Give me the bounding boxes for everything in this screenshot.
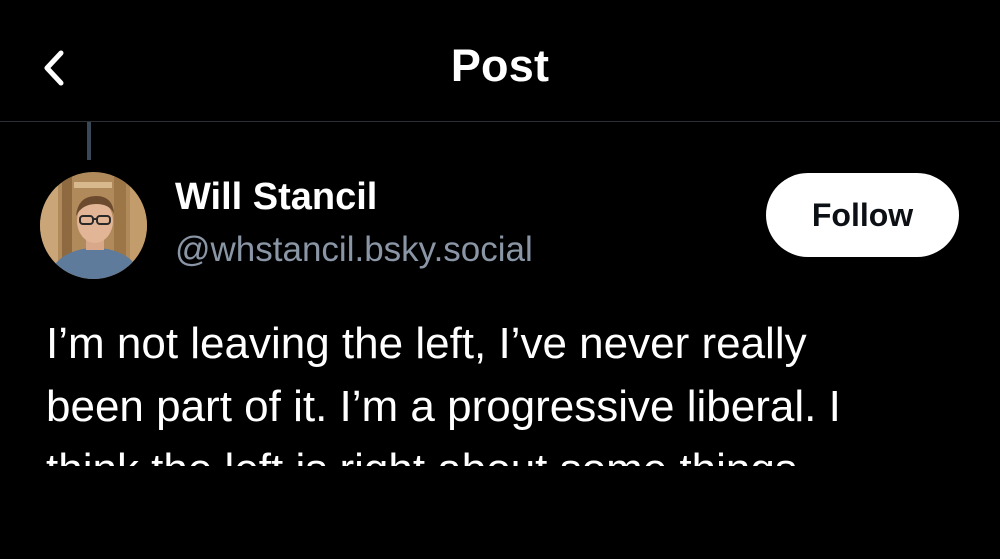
top-bar: Post xyxy=(0,0,1000,121)
thread-connector-line xyxy=(87,122,91,160)
post-text: I’m not leaving the left, I’ve never rea… xyxy=(46,312,976,466)
avatar[interactable] xyxy=(40,172,147,279)
follow-button[interactable]: Follow xyxy=(766,173,959,257)
page-title: Post xyxy=(450,40,550,91)
post-text-line: been part of it. I’m a progressive liber… xyxy=(46,382,841,431)
header-divider xyxy=(0,121,1000,122)
author-name[interactable]: Will Stancil xyxy=(175,176,377,219)
author-handle[interactable]: @whstancil.bsky.social xyxy=(175,230,533,270)
post-text-line: I’m not leaving the left, I’ve never rea… xyxy=(46,319,807,368)
post-text-line: think the left is right about some thing… xyxy=(46,438,976,466)
